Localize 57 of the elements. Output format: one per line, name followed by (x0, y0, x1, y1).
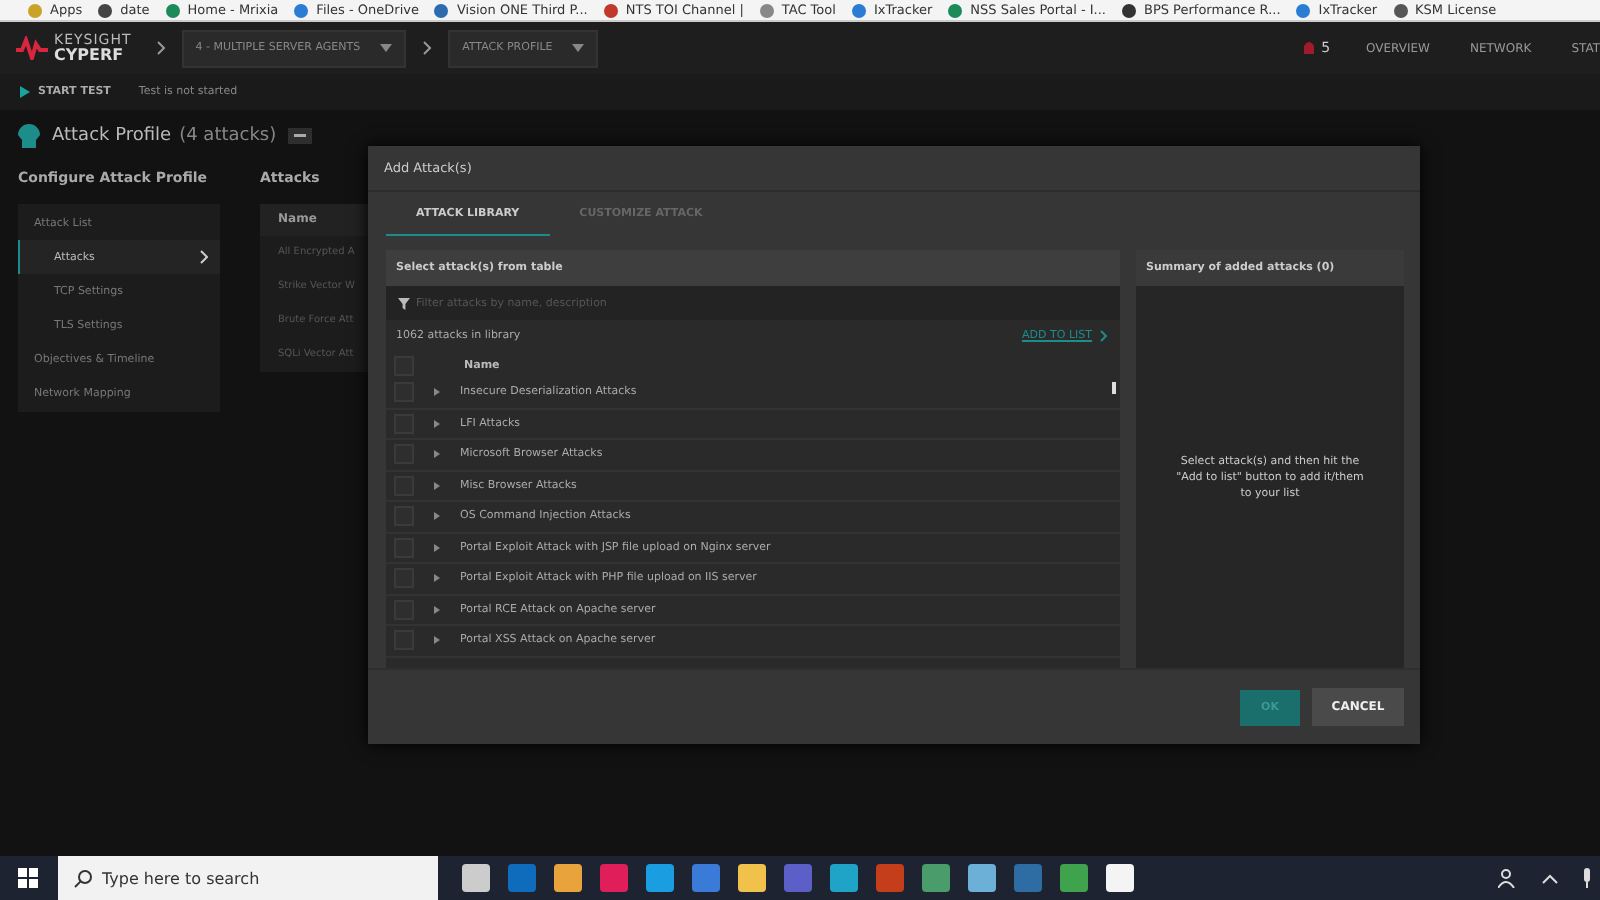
app-icon (830, 864, 858, 892)
expand-arrow-icon (434, 481, 440, 490)
microphone-icon (1582, 868, 1592, 888)
app-icon (876, 864, 904, 892)
app-icon (1060, 864, 1088, 892)
expand-arrow-icon (434, 636, 440, 645)
expand-arrow-icon (434, 388, 440, 397)
chevron-right-icon (200, 250, 208, 264)
app-icon (554, 864, 582, 892)
page-title: Attack Profile (52, 126, 172, 146)
bookmark-icon (851, 3, 866, 17)
bookmark-icon (165, 3, 180, 17)
app-icon (508, 864, 536, 892)
app-icon (1014, 864, 1042, 892)
play-icon (20, 86, 30, 98)
collapse-button[interactable] (288, 128, 313, 144)
bookmark-icon (98, 3, 113, 17)
caret-down-icon (380, 44, 393, 52)
expand-arrow-icon (434, 574, 440, 583)
app-icon (922, 864, 950, 892)
app-icon (738, 864, 766, 892)
expand-arrow-icon (434, 450, 440, 459)
bookmark-icon (28, 3, 42, 17)
bookmark-icon (434, 3, 449, 17)
search-field[interactable]: Type here to search (58, 856, 438, 900)
scrollbar[interactable] (1112, 382, 1116, 394)
expand-arrow-icon (434, 419, 440, 428)
expand-arrow-icon (434, 605, 440, 614)
app-icon (1106, 864, 1134, 892)
bookmark-icon (1393, 3, 1408, 17)
filter-icon (398, 297, 410, 309)
app-icon (462, 864, 490, 892)
bookmark-icon (1296, 3, 1311, 17)
bookmark-icon (759, 3, 774, 17)
app-icon (968, 864, 996, 892)
bookmark-icon (603, 3, 618, 17)
chevron-up-icon (1542, 873, 1558, 883)
people-icon (1498, 868, 1518, 888)
logo-text: CYPERF (54, 48, 126, 64)
app-icon (692, 864, 720, 892)
wave-logo-icon (16, 36, 48, 60)
search-icon (74, 869, 92, 887)
bookmark-icon (1121, 3, 1136, 17)
minus-icon (294, 134, 307, 138)
caret-down-icon (572, 44, 585, 52)
app-icon (784, 864, 812, 892)
bookmark-icon (948, 3, 963, 17)
windows-icon (18, 868, 38, 888)
chevron-right-icon (155, 40, 166, 56)
expand-arrow-icon (434, 543, 440, 552)
chevron-right-icon (422, 40, 433, 56)
chevron-right-icon (1100, 330, 1108, 342)
app-icon (646, 864, 674, 892)
app-icon (600, 864, 628, 892)
bookmark-icon (294, 3, 309, 17)
expand-arrow-icon (434, 512, 440, 521)
attack-count: (4 attacks) (179, 126, 277, 146)
